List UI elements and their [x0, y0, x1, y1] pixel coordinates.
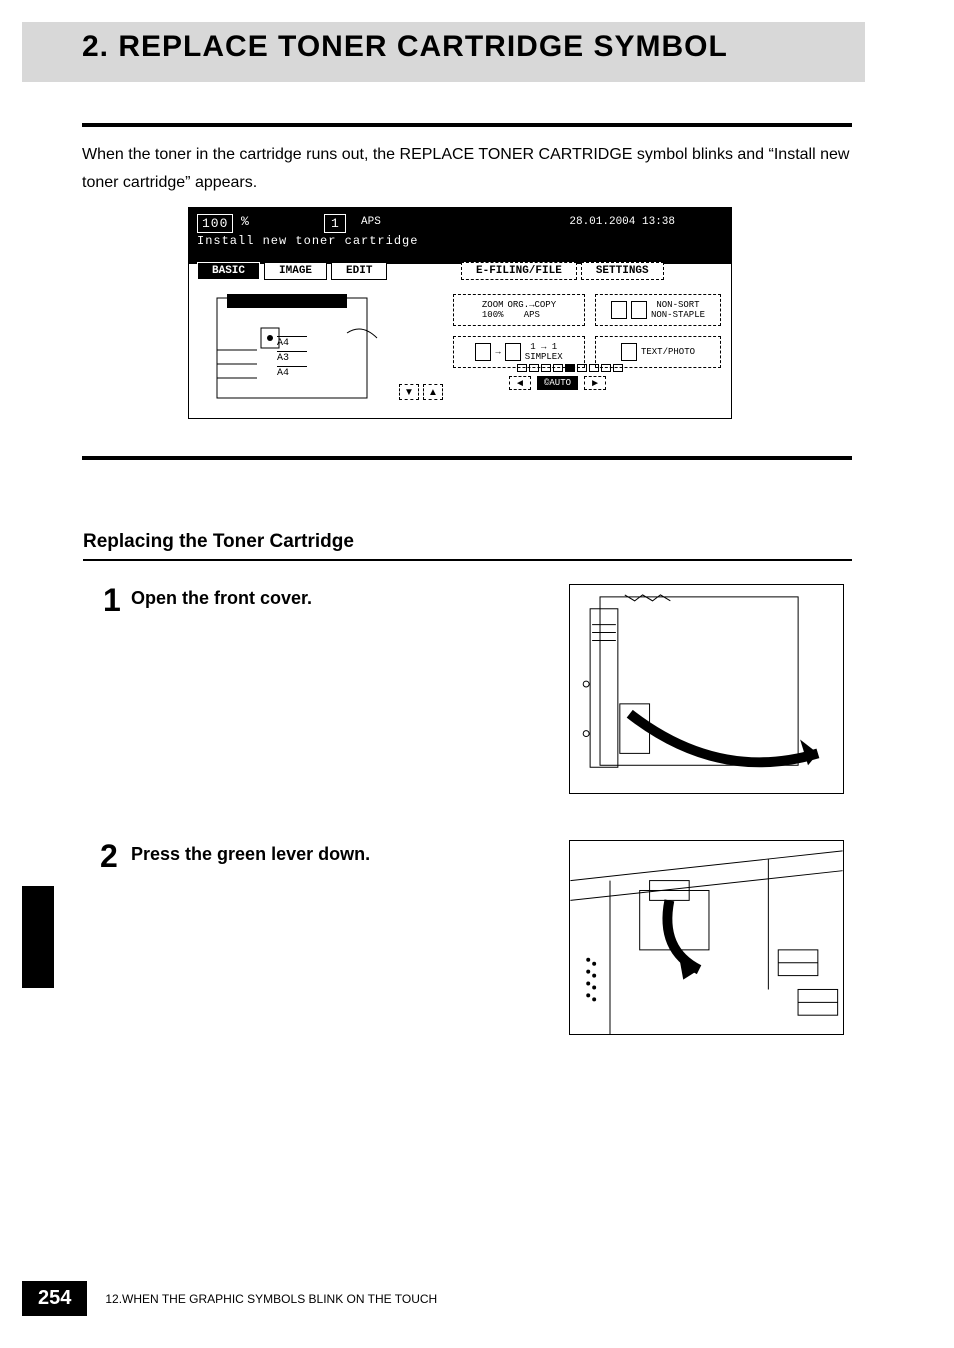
page-title: 2. REPLACE TONER CARTRIDGE SYMBOL [82, 30, 728, 64]
rule-mid [82, 456, 852, 460]
lcd-zoom-unit: % [241, 214, 249, 229]
lcd-copy-count: 1 [324, 214, 346, 233]
option-sort[interactable]: NON-SORTNON-STAPLE [595, 294, 721, 326]
option-org-label: ORG.→COPYAPS [508, 300, 557, 320]
copier-diagram-icon: A4 A3 A4 ▼ ▲ [207, 288, 437, 408]
option-zoom-label: ZOOM100% [482, 300, 504, 320]
lcd-tab-edit[interactable]: EDIT [331, 262, 387, 280]
footer-chapter: 12.WHEN THE GRAPHIC SYMBOLS BLINK ON THE… [105, 1292, 437, 1306]
lcd-datetime: 28.01.2004 13:38 [569, 216, 675, 228]
step-2-number: 2 [100, 838, 118, 875]
lcd-zoom-value: 100 [197, 214, 233, 233]
option-simplex-label: 1 → 1SIMPLEX [525, 342, 563, 362]
lcd-tabs-left: BASIC IMAGE EDIT [197, 262, 387, 280]
rule-top [82, 123, 852, 127]
option-mode-label: TEXT/PHOTO [641, 347, 695, 357]
intro-paragraph: When the toner in the cartridge runs out… [82, 141, 852, 197]
option-sort-label: NON-SORTNON-STAPLE [651, 300, 705, 320]
option-zoom[interactable]: ZOOM100% ORG.→COPYAPS [453, 294, 585, 326]
textphoto-icon [621, 343, 637, 361]
lcd-tabs-right: E-FILING/FILE SETTINGS [461, 262, 664, 280]
lcd-header: 100 % 1 APS 28.01.2004 13:38 Install new… [189, 208, 731, 264]
page-number-badge: 254 [22, 1281, 87, 1316]
section-title: Replacing the Toner Cartridge [83, 531, 354, 553]
lcd-tab-settings[interactable]: SETTINGS [581, 262, 664, 280]
lcd-message: Install new toner cartridge [197, 234, 418, 248]
step-2-diagram [569, 840, 844, 1035]
page-icon [475, 343, 491, 361]
paper-size-item: A4 [277, 366, 307, 381]
paper-size-list: A4 A3 A4 [277, 336, 307, 381]
exposure-control: ◄ ©AUTO ► [509, 376, 606, 390]
step-1-number: 1 [103, 582, 121, 619]
lcd-screenshot: 100 % 1 APS 28.01.2004 13:38 Install new… [188, 207, 732, 419]
paper-size-item: A3 [277, 351, 307, 366]
exposure-lighter-button[interactable]: ◄ [509, 376, 531, 390]
lcd-tab-efiling[interactable]: E-FILING/FILE [461, 262, 577, 280]
lcd-tab-basic[interactable]: BASIC [197, 262, 260, 280]
step-1-text: Open the front cover. [131, 588, 312, 609]
footer: 254 12.WHEN THE GRAPHIC SYMBOLS BLINK ON… [22, 1281, 437, 1316]
page-icon [505, 343, 521, 361]
section-underline [83, 559, 852, 561]
tray-up-button[interactable]: ▲ [423, 384, 443, 400]
step-1-diagram [569, 584, 844, 794]
stack-icon [631, 301, 647, 319]
exposure-auto-button[interactable]: ©AUTO [537, 376, 578, 390]
step-2-text: Press the green lever down. [131, 844, 370, 865]
lcd-tab-image[interactable]: IMAGE [264, 262, 327, 280]
exposure-darker-button[interactable]: ► [584, 376, 606, 390]
section-thumb-tab [22, 886, 54, 988]
paper-size-item: A4 [277, 336, 307, 351]
stack-icon [611, 301, 627, 319]
tray-down-button[interactable]: ▼ [399, 384, 419, 400]
lcd-aps-label: APS [361, 216, 381, 228]
